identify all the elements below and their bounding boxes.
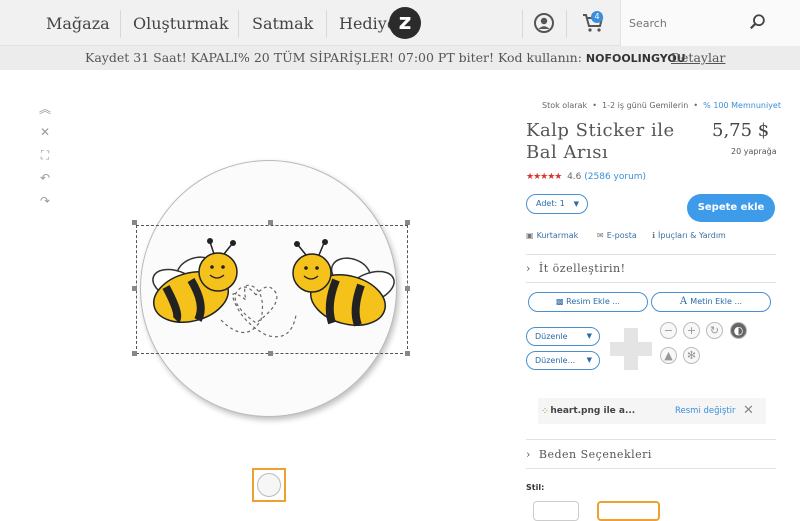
stock-status: Stok olarak — [542, 101, 588, 110]
redo-icon[interactable]: ↷ — [36, 192, 54, 210]
fit-icon[interactable]: ⛶ — [36, 146, 54, 164]
tips-label: İpuçları & Yardım — [658, 231, 726, 240]
divider — [526, 439, 776, 440]
search-icon[interactable] — [749, 13, 767, 31]
promo-banner: Kaydet 31 Saat! KAPALI% 20 TÜM SİPARİŞLE… — [0, 46, 800, 70]
design-tool-strip: ︽ ✕ ⛶ ↶ ↷ — [36, 100, 56, 215]
promo-text: Kaydet 31 Saat! KAPALI% 20 TÜM SİPARİŞLE… — [85, 46, 686, 71]
change-image-link[interactable]: Resmi değiştir — [675, 398, 736, 424]
product-rating: ★★★★★ 4.6 (2586 yorum) — [526, 172, 646, 182]
color-icon[interactable]: ◐ — [730, 322, 747, 339]
nav-item-shop[interactable]: Mağaza — [46, 0, 110, 46]
nav-item-sell[interactable]: Satmak — [252, 0, 313, 46]
cart-count-badge: 4 — [591, 11, 603, 23]
dpad-horizontal[interactable] — [610, 342, 652, 356]
thumbnail-image — [257, 473, 281, 497]
chevron-down-icon: ▼ — [573, 200, 579, 208]
nav-separator — [326, 10, 327, 38]
remove-layer-icon[interactable]: ✕ — [743, 398, 754, 424]
rotate-icon[interactable]: ↻ — [706, 322, 723, 339]
help-icon: ℹ — [652, 231, 656, 240]
text-icon: A — [679, 296, 691, 307]
nav-item-create[interactable]: Oluşturmak — [133, 0, 229, 46]
top-navigation: Mağaza Oluşturmak Satmak Hediye z 4 — [0, 0, 800, 46]
quantity-select[interactable]: Adet: 1 ▼ — [526, 194, 588, 214]
shipping-info: Stok olarak • 1-2 iş günü Gemilerin • % … — [542, 101, 781, 110]
chevron-down-icon: ▼ — [586, 356, 592, 364]
customize-title: İt özelleştirin! — [538, 262, 626, 275]
email-link[interactable]: ✉ E-posta — [597, 231, 637, 243]
nav-item-gifts[interactable]: Hediye — [339, 0, 396, 46]
customize-section-header[interactable]: › İt özelleştirin! — [526, 262, 626, 275]
add-to-cart-button[interactable]: Sepete ekle — [687, 194, 775, 222]
layer-item[interactable]: ⁘ heart.png ile a... Resmi değiştir ✕ — [538, 398, 766, 424]
settings-icon[interactable]: ✻ — [683, 347, 700, 364]
chevron-down-icon: ▼ — [586, 332, 592, 340]
add-text-label: Metin Ekle ... — [690, 297, 743, 306]
account-icon[interactable] — [532, 11, 556, 35]
email-icon: ✉ — [597, 231, 604, 240]
edit-label: Düzenle... — [535, 356, 576, 365]
save-link[interactable]: ▣ Kurtarmak — [526, 231, 578, 243]
collapse-icon[interactable]: ︽ — [36, 100, 54, 118]
search-box — [620, 0, 800, 46]
image-icon: ▩ — [556, 297, 567, 306]
promo-details-link[interactable]: Detaylar — [671, 46, 725, 70]
email-label: E-posta — [606, 231, 637, 240]
undo-icon[interactable]: ↶ — [36, 169, 54, 187]
save-icon: ▣ — [526, 231, 534, 240]
arrange-label: Düzenle — [535, 332, 568, 341]
zoom-out-icon[interactable]: − — [660, 322, 677, 339]
image-adjust-icon[interactable]: ▲ — [660, 347, 677, 364]
price-unit: 20 yaprağa — [731, 147, 777, 156]
arrange-dropdown[interactable]: Düzenle ▼ — [526, 327, 600, 346]
divider — [526, 254, 776, 255]
rating-value: 4.6 — [567, 172, 582, 182]
rating-stars: ★★★★★ — [526, 172, 562, 182]
reviews-link[interactable]: (2586 yorum) — [584, 172, 646, 182]
nav-separator — [566, 10, 567, 38]
search-input[interactable] — [629, 13, 759, 33]
add-text-button[interactable]: A Metin Ekle ... — [651, 292, 771, 312]
ships-info: 1-2 iş günü Gemilerin — [602, 101, 689, 110]
bees-heart-artwork — [152, 238, 395, 338]
quantity-label: Adet: 1 — [536, 199, 565, 208]
tips-link[interactable]: ℹ İpuçları & Yardım — [652, 231, 726, 243]
edit-dropdown[interactable]: Düzenle... ▼ — [526, 351, 600, 370]
divider — [526, 468, 776, 469]
position-dpad[interactable] — [610, 328, 652, 370]
size-section-title: Beden Seçenekleri — [538, 448, 652, 461]
add-image-button[interactable]: ▩ Resim Ekle ... — [528, 292, 648, 312]
save-label: Kurtarmak — [536, 231, 579, 240]
promo-message: Kaydet 31 Saat! KAPALI% 20 TÜM SİPARİŞLE… — [85, 50, 586, 65]
style-option-selected[interactable] — [597, 501, 660, 521]
nav-separator — [120, 10, 121, 38]
layer-file-name: ⁘ heart.png ile a... — [542, 398, 635, 424]
satisfaction-link[interactable]: % 100 Memnuniyet — [703, 101, 781, 110]
zoom-in-icon[interactable]: + — [683, 322, 700, 339]
layer-file-label: heart.png ile a... — [550, 406, 636, 416]
nav-separator — [238, 10, 239, 38]
product-title: Kalp Sticker ile Bal Arısı — [526, 120, 675, 163]
size-section-header[interactable]: › Beden Seçenekleri — [526, 448, 652, 461]
zazzle-logo[interactable]: z — [389, 7, 421, 39]
nav-separator — [522, 10, 523, 38]
style-label: Stil: — [526, 483, 545, 492]
divider — [526, 282, 776, 283]
product-price: 5,75 $ — [712, 120, 770, 141]
add-image-label: Resim Ekle ... — [566, 297, 620, 306]
view-thumbnail-front[interactable] — [252, 468, 286, 502]
close-icon[interactable]: ✕ — [36, 123, 54, 141]
style-option[interactable] — [533, 501, 579, 521]
